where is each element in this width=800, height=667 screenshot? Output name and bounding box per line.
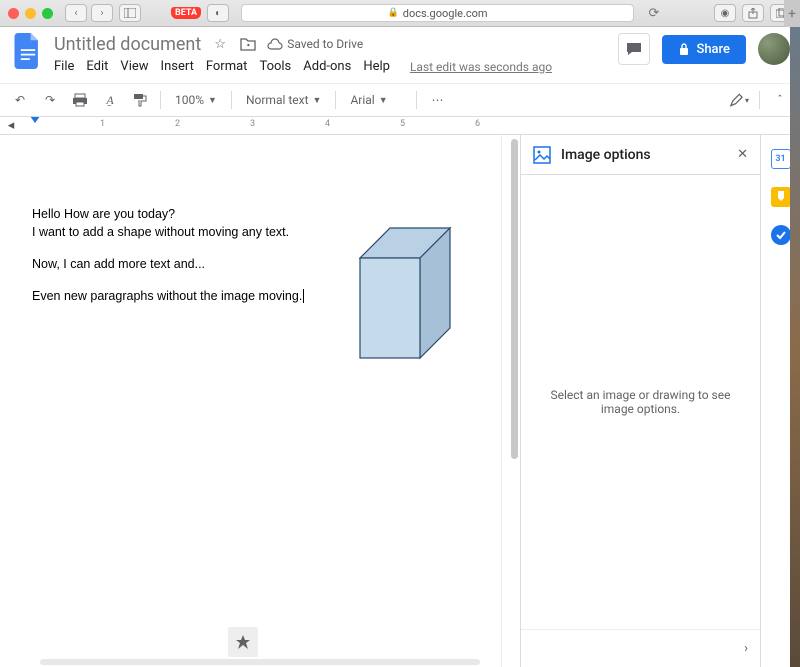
font-dropdown[interactable]: Arial▼ bbox=[346, 93, 406, 107]
calendar-addon-icon[interactable]: 31 bbox=[771, 149, 791, 169]
style-dropdown[interactable]: Normal text▼ bbox=[242, 93, 326, 107]
last-edit-link[interactable]: Last edit was seconds ago bbox=[410, 60, 552, 74]
minimize-window-icon[interactable] bbox=[25, 8, 36, 19]
reader-button[interactable]: ◐ bbox=[207, 4, 229, 22]
sidebar-expand-icon[interactable]: › bbox=[744, 641, 748, 656]
lock-icon: 🔒 bbox=[388, 8, 399, 18]
back-button[interactable]: ‹ bbox=[65, 4, 87, 22]
text-line: Hello How are you today? bbox=[32, 207, 175, 221]
spellcheck-button[interactable]: A̱ bbox=[100, 90, 120, 110]
lock-icon bbox=[678, 42, 690, 56]
more-tools-button[interactable]: ⋯ bbox=[427, 90, 447, 110]
tasks-addon-icon[interactable] bbox=[771, 225, 791, 245]
share-system-button[interactable] bbox=[742, 4, 764, 22]
document-canvas[interactable]: Hello How are you today? I want to add a… bbox=[0, 135, 520, 667]
sidebar-placeholder: Select an image or drawing to see image … bbox=[521, 175, 760, 629]
chevron-down-icon: ▼ bbox=[313, 95, 322, 106]
drawing-cube[interactable] bbox=[352, 220, 482, 380]
menu-view[interactable]: View bbox=[120, 59, 148, 74]
format-toolbar: ↶ ↷ A̱ 100%▼ Normal text▼ Arial▼ ⋯ ▾ ˆ bbox=[0, 83, 800, 117]
explore-button[interactable] bbox=[228, 627, 258, 657]
text-line: I want to add a shape without moving any… bbox=[32, 225, 289, 239]
move-icon[interactable] bbox=[239, 35, 257, 53]
text-line: Even new paragraphs without the image mo… bbox=[32, 289, 302, 303]
menu-help[interactable]: Help bbox=[363, 59, 390, 74]
docs-logo-icon[interactable] bbox=[10, 33, 46, 69]
docs-header: Untitled document ☆ Saved to Drive File … bbox=[0, 27, 800, 83]
menu-bar: File Edit View Insert Format Tools Add-o… bbox=[54, 59, 618, 74]
downloads-button[interactable]: ◉ bbox=[714, 4, 736, 22]
paint-format-button[interactable] bbox=[130, 90, 150, 110]
ruler: ◂ 1 2 3 4 5 6 bbox=[0, 117, 800, 135]
share-button[interactable]: Share bbox=[662, 35, 746, 64]
window-controls bbox=[8, 8, 53, 19]
page: Hello How are you today? I want to add a… bbox=[22, 135, 502, 667]
new-tab-button[interactable]: + bbox=[784, 0, 800, 27]
url-field[interactable]: 🔒 docs.google.com bbox=[241, 4, 634, 22]
collapse-toolbar-button[interactable]: ˆ bbox=[770, 90, 790, 110]
menu-file[interactable]: File bbox=[54, 59, 74, 74]
browser-toolbar: ‹ › BETA ◐ 🔒 docs.google.com ⟳ ◉ bbox=[0, 0, 800, 27]
ruler-scale[interactable]: 1 2 3 4 5 6 bbox=[30, 117, 510, 134]
menu-edit[interactable]: Edit bbox=[86, 59, 108, 74]
print-button[interactable] bbox=[70, 90, 90, 110]
undo-button[interactable]: ↶ bbox=[10, 90, 30, 110]
menu-addons[interactable]: Add-ons bbox=[303, 59, 351, 74]
url-text: docs.google.com bbox=[403, 7, 488, 20]
ruler-right-fill bbox=[520, 117, 800, 135]
fullscreen-window-icon[interactable] bbox=[42, 8, 53, 19]
outline-toggle-icon[interactable]: ◂ bbox=[8, 118, 15, 133]
text-cursor bbox=[303, 289, 304, 303]
desktop-background-edge bbox=[790, 27, 800, 667]
save-status: Saved to Drive bbox=[267, 37, 363, 51]
image-icon bbox=[533, 146, 551, 164]
close-window-icon[interactable] bbox=[8, 8, 19, 19]
chevron-down-icon: ▼ bbox=[379, 95, 388, 106]
indent-marker-icon[interactable] bbox=[30, 117, 40, 123]
main-area: Hello How are you today? I want to add a… bbox=[0, 135, 800, 667]
close-sidebar-button[interactable]: ✕ bbox=[737, 147, 748, 162]
beta-badge: BETA bbox=[171, 7, 201, 19]
account-avatar[interactable] bbox=[758, 33, 790, 65]
text-line: Now, I can add more text and... bbox=[32, 257, 205, 271]
cloud-icon bbox=[267, 38, 283, 50]
star-icon[interactable]: ☆ bbox=[211, 35, 229, 53]
menu-format[interactable]: Format bbox=[206, 59, 248, 74]
redo-button[interactable]: ↷ bbox=[40, 90, 60, 110]
forward-button[interactable]: › bbox=[91, 4, 113, 22]
image-options-panel: Image options ✕ Select an image or drawi… bbox=[520, 135, 760, 667]
menu-insert[interactable]: Insert bbox=[161, 59, 194, 74]
comments-button[interactable] bbox=[618, 33, 650, 65]
zoom-dropdown[interactable]: 100%▼ bbox=[171, 93, 221, 107]
document-title[interactable]: Untitled document bbox=[54, 34, 201, 55]
document-body[interactable]: Hello How are you today? I want to add a… bbox=[32, 205, 304, 320]
horizontal-scrollbar[interactable] bbox=[40, 659, 480, 665]
reload-button[interactable]: ⟳ bbox=[646, 6, 662, 21]
vertical-scrollbar[interactable] bbox=[508, 135, 520, 667]
editing-mode-button[interactable]: ▾ bbox=[729, 90, 749, 110]
sidebar-title: Image options bbox=[561, 147, 727, 163]
menu-tools[interactable]: Tools bbox=[259, 59, 291, 74]
chevron-down-icon: ▼ bbox=[208, 95, 217, 106]
sidebar-toggle-button[interactable] bbox=[119, 4, 141, 22]
keep-addon-icon[interactable] bbox=[771, 187, 791, 207]
scrollbar-thumb[interactable] bbox=[511, 139, 518, 459]
